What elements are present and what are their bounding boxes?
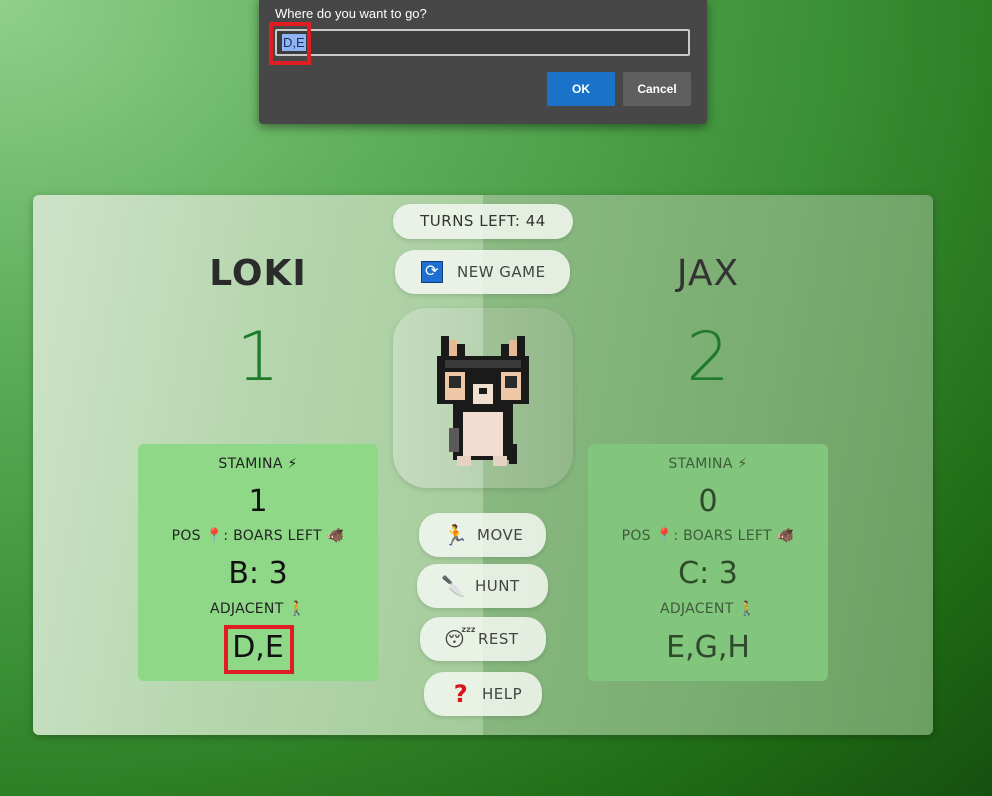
- new-game-label: NEW GAME: [457, 263, 546, 281]
- player-name-jax: JAX: [676, 253, 740, 294]
- ok-button[interactable]: OK: [547, 72, 615, 106]
- turns-left-badge: TURNS LEFT: 44: [393, 204, 573, 239]
- sleeping-face-icon: 😴: [444, 627, 477, 651]
- score-jax: 2: [686, 318, 730, 397]
- hunt-button[interactable]: 🔪 HUNT: [417, 564, 548, 608]
- destination-input[interactable]: D,E: [275, 29, 690, 56]
- stamina-value: 1: [248, 484, 268, 519]
- question-mark-icon: ?: [453, 680, 469, 708]
- dialog-message: Where do you want to go?: [275, 6, 427, 21]
- adjacent-highlight-box: [224, 625, 294, 674]
- move-label: MOVE: [477, 526, 524, 544]
- stamina-label: STAMINA ⚡: [668, 456, 748, 472]
- input-highlight-box: [269, 22, 311, 65]
- help-button[interactable]: ? HELP: [424, 672, 542, 716]
- cancel-button[interactable]: Cancel: [623, 72, 691, 106]
- running-person-icon: 🏃: [443, 523, 469, 547]
- player-name-loki: LOKI: [209, 253, 307, 294]
- adjacent-label: ADJACENT 🚶: [659, 601, 757, 617]
- new-game-button[interactable]: ⟳ NEW GAME: [395, 250, 570, 294]
- hunt-label: HUNT: [475, 577, 520, 595]
- adjacent-value: E,G,H: [666, 630, 750, 665]
- rest-button[interactable]: 😴 REST: [420, 617, 546, 661]
- prompt-dialog: Where do you want to go? D,E OK Cancel: [259, 0, 707, 124]
- current-player-portrait: [393, 308, 573, 488]
- knife-icon: 🔪: [441, 574, 467, 598]
- position-label: POS 📍: BOARS LEFT 🐗: [621, 528, 795, 544]
- stats-card-jax: STAMINA ⚡ 0 POS 📍: BOARS LEFT 🐗 C: 3 ADJ…: [588, 444, 828, 681]
- pixel-cat-icon: [437, 336, 529, 466]
- stamina-value: 0: [698, 484, 718, 519]
- stamina-label: STAMINA ⚡: [218, 456, 298, 472]
- move-button[interactable]: 🏃 MOVE: [419, 513, 546, 557]
- help-label: HELP: [482, 685, 523, 703]
- adjacent-label: ADJACENT 🚶: [209, 601, 307, 617]
- rest-label: REST: [478, 630, 519, 648]
- score-loki: 1: [236, 318, 280, 397]
- position-value: B: 3: [228, 556, 288, 591]
- position-label: POS 📍: BOARS LEFT 🐗: [171, 528, 345, 544]
- refresh-icon: ⟳: [421, 261, 443, 283]
- position-value: C: 3: [678, 556, 738, 591]
